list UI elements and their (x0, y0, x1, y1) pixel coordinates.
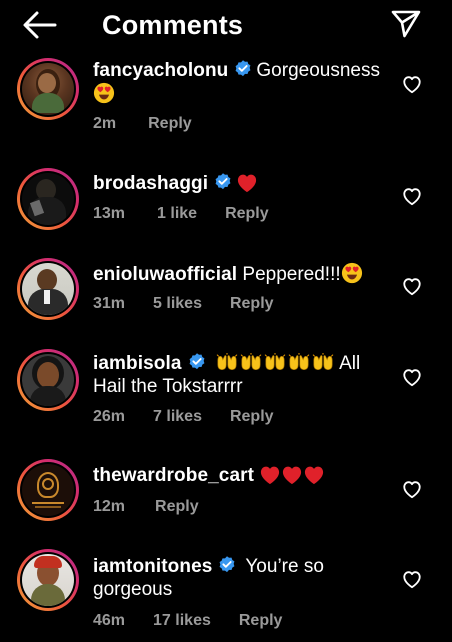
comment-body: Peppered!!! (242, 264, 341, 285)
comment-text: fancyacholonu Gorgeousness (93, 59, 383, 106)
comment-text: enioluwaofficial Peppered!!! (93, 262, 383, 286)
send-icon[interactable] (390, 9, 422, 39)
verified-icon (187, 352, 207, 372)
comment-username[interactable]: fancyacholonu (93, 60, 228, 81)
reply-button[interactable]: Reply (225, 204, 269, 224)
avatar[interactable] (17, 549, 79, 611)
heart-eyes-emoji (341, 262, 363, 284)
comment-item: enioluwaofficial Peppered!!! 31m 5 likes… (0, 258, 452, 338)
comment-meta: 13m 1 like Reply (93, 204, 297, 224)
raising-hands-emoji (215, 353, 239, 373)
likes-count[interactable]: 7 likes (153, 407, 202, 427)
likes-count[interactable]: 1 like (157, 204, 197, 224)
avatar[interactable] (17, 168, 79, 230)
comment-item: iambisola All Hail the Tokstarrrr 26m 7 … (0, 349, 452, 449)
comment-username[interactable]: iamtonitones (93, 556, 212, 577)
comment-item: brodashaggi 13m 1 like Reply (0, 168, 452, 248)
comment-username[interactable]: enioluwaofficial (93, 264, 237, 285)
reply-button[interactable]: Reply (155, 497, 199, 517)
heart-outline-icon[interactable] (401, 186, 423, 206)
verified-icon (233, 59, 253, 79)
comment-body-line2: gorgeous (93, 579, 173, 600)
comment-meta: 46m 17 likes Reply (93, 611, 310, 631)
comment-time: 2m (93, 115, 117, 132)
raising-hands-emoji (311, 353, 335, 373)
reply-button[interactable]: Reply (148, 114, 192, 134)
likes-count[interactable]: 17 likes (153, 611, 211, 631)
comment-text: iamtonitones You’re so gorgeous (93, 555, 383, 601)
heart-outline-icon[interactable] (401, 74, 423, 94)
comment-time: 46m (93, 612, 126, 629)
likes-count[interactable]: 5 likes (153, 294, 202, 314)
comment-time: 12m (93, 498, 126, 515)
reply-button[interactable]: Reply (230, 407, 274, 427)
raising-hands-emoji (263, 353, 287, 373)
comment-text: iambisola All Hail the Tokstarrrr (93, 352, 383, 398)
avatar[interactable] (17, 349, 79, 411)
verified-icon (217, 555, 237, 575)
page-title: Comments (102, 10, 244, 40)
comment-item: iamtonitones You’re so gorgeous 46m 17 l… (0, 549, 452, 642)
red-heart-emoji (281, 465, 303, 485)
red-heart-emoji (259, 465, 281, 485)
comment-body: Gorgeousness (256, 60, 380, 81)
comment-username[interactable]: thewardrobe_cart (93, 465, 254, 486)
raising-hands-emoji (287, 353, 311, 373)
reply-button[interactable]: Reply (239, 611, 283, 631)
comment-meta: 26m 7 likes Reply (93, 407, 302, 427)
comment-meta: 2m Reply (93, 114, 220, 134)
comment-meta: 31m 5 likes Reply (93, 294, 302, 314)
red-heart-emoji (303, 465, 325, 485)
avatar[interactable] (17, 58, 79, 120)
raising-hands-emoji (239, 353, 263, 373)
comment-time: 26m (93, 408, 126, 425)
red-heart-emoji (236, 173, 258, 193)
comment-text: brodashaggi (93, 172, 383, 195)
avatar[interactable] (17, 459, 79, 521)
verified-icon (213, 172, 233, 192)
header-bar: Comments (0, 0, 452, 52)
reply-button[interactable]: Reply (230, 294, 274, 314)
comment-meta: 12m Reply (93, 497, 227, 517)
heart-outline-icon[interactable] (401, 276, 423, 296)
back-arrow-icon[interactable] (22, 10, 58, 40)
comment-username[interactable]: brodashaggi (93, 173, 208, 194)
comment-time: 13m (93, 205, 126, 222)
avatar[interactable] (17, 258, 79, 320)
heart-outline-icon[interactable] (401, 479, 423, 499)
heart-outline-icon[interactable] (401, 569, 423, 589)
comment-body-line2: Hail the Tokstarrrr (93, 376, 243, 397)
comment-body: You’re so (245, 556, 324, 577)
heart-eyes-emoji (93, 82, 115, 104)
comment-time: 31m (93, 295, 126, 312)
comment-text: thewardrobe_cart (93, 464, 383, 487)
heart-outline-icon[interactable] (401, 367, 423, 387)
comment-item: fancyacholonu Gorgeousness 2m Reply (0, 58, 452, 146)
comment-item: thewardrobe_cart 12m Reply (0, 459, 452, 539)
comment-body: All (339, 353, 361, 374)
comment-username[interactable]: iambisola (93, 353, 182, 374)
